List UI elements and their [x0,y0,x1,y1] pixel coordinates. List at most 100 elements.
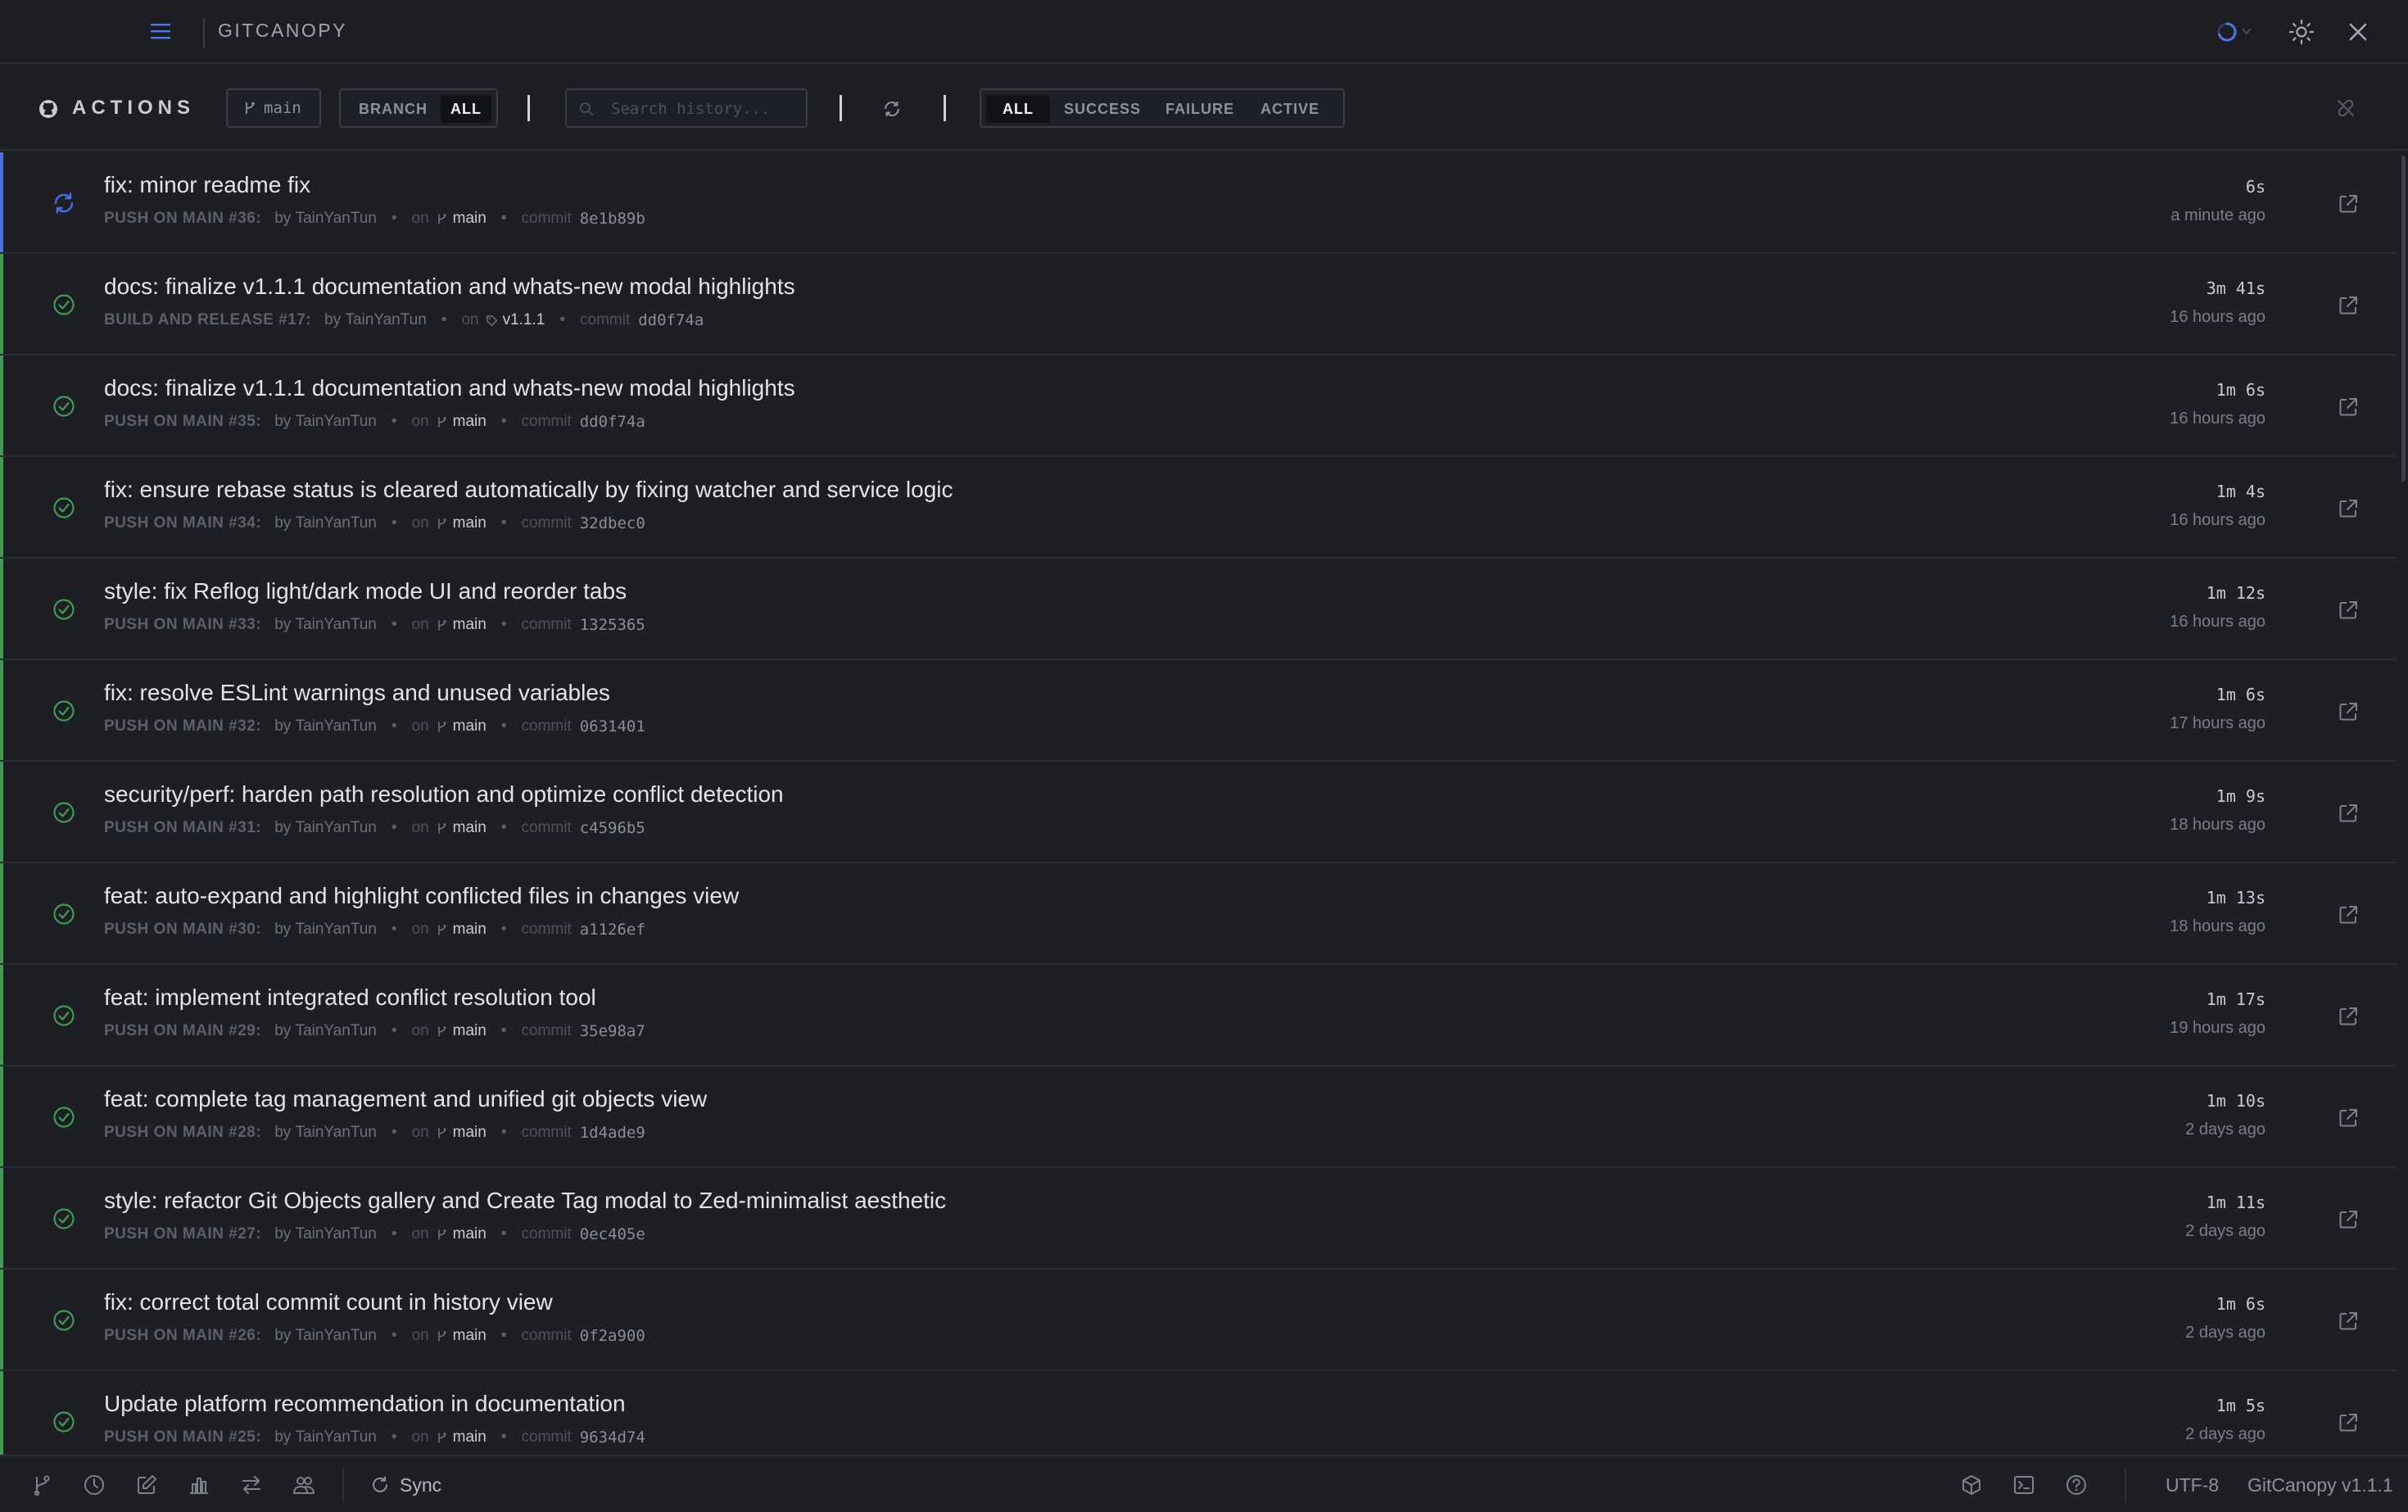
run-title[interactable]: style: refactor Git Objects gallery and … [104,1188,946,1214]
author-name: TainYanTun [295,514,377,532]
run-title[interactable]: feat: implement integrated conflict reso… [104,985,596,1011]
scope-branch-button[interactable]: BRANCH [347,95,439,123]
external-link-icon[interactable] [2336,395,2360,419]
branch-selector-button[interactable]: main [226,88,321,128]
external-link-icon[interactable] [2336,293,2360,318]
page-title: ACTIONS [72,97,195,119]
workflow-run-row[interactable]: fix: resolve ESLint warnings and unused … [0,660,2397,762]
search-input[interactable] [611,97,799,121]
chevron-down-icon[interactable] [2241,26,2252,36]
external-link-icon[interactable] [2336,1004,2360,1029]
sync-button[interactable]: Sync [370,1471,441,1499]
run-title[interactable]: fix: ensure rebase status is cleared aut… [104,477,953,503]
help-icon[interactable] [2064,1473,2089,1497]
author-name: TainYanTun [295,616,377,633]
chart-icon[interactable] [187,1473,211,1497]
package-icon[interactable] [1959,1473,1984,1497]
run-time-ago: 17 hours ago [2170,714,2265,732]
run-title[interactable]: docs: finalize v1.1.1 documentation and … [104,274,795,300]
run-time-ago: a minute ago [2170,206,2265,224]
external-link-icon[interactable] [2336,903,2360,927]
run-title[interactable]: Update platform recommendation in docume… [104,1391,626,1417]
status-accent-bar [0,152,3,252]
workflow-run-row[interactable]: style: fix Reflog light/dark mode UI and… [0,559,2397,660]
external-link-icon[interactable] [2336,1410,2360,1435]
edit-icon[interactable] [134,1473,159,1497]
external-link-icon[interactable] [2336,1309,2360,1333]
users-icon[interactable] [292,1473,316,1497]
external-link-icon[interactable] [2336,1106,2360,1130]
unlink-icon[interactable] [2334,97,2357,120]
author-name: TainYanTun [295,210,377,227]
theme-toggle-sun-icon[interactable] [2288,18,2315,46]
filter-all-button[interactable]: ALL [986,95,1050,123]
toolbar-divider [840,95,842,121]
run-title[interactable]: fix: resolve ESLint warnings and unused … [104,680,610,706]
run-title[interactable]: fix: minor readme fix [104,172,310,198]
run-meta: PUSH ON MAIN #36: by TainYanTun • on mai… [104,210,645,228]
refresh-icon[interactable] [881,98,903,120]
meta-separator: • [500,514,507,532]
filter-success-button[interactable]: SUCCESS [1058,95,1147,123]
run-title[interactable]: feat: auto-expand and highlight conflict… [104,883,739,909]
success-check-icon [53,1310,75,1331]
scope-all-button[interactable]: ALL [441,95,491,123]
encoding-indicator[interactable]: UTF-8 [2166,1474,2219,1496]
workflow-run-row[interactable]: style: refactor Git Objects gallery and … [0,1168,2397,1270]
scrollbar-thumb[interactable] [2401,156,2406,482]
commit-label: commit [521,514,572,532]
workflow-run-row[interactable]: feat: complete tag management and unifie… [0,1066,2397,1168]
run-title[interactable]: security/perf: harden path resolution an… [104,781,784,808]
run-title[interactable]: feat: complete tag management and unifie… [104,1086,707,1112]
external-link-icon[interactable] [2336,801,2360,826]
by-label: by [274,1428,292,1446]
run-title[interactable]: docs: finalize v1.1.1 documentation and … [104,375,795,401]
status-bar: Sync UTF-8 GitCanopy v1.1.1 [0,1455,2408,1512]
history-icon[interactable] [82,1473,106,1497]
external-link-icon[interactable] [2336,192,2360,216]
list-scrollbar[interactable] [2398,152,2408,1455]
sync-icon [373,1476,387,1492]
git-branch-icon [437,1432,446,1442]
run-time-ago: 16 hours ago [2170,308,2265,326]
swap-icon[interactable] [239,1473,264,1497]
filter-failure-button[interactable]: FAILURE [1160,95,1240,123]
meta-separator: • [500,1225,507,1243]
workflow-run-row[interactable]: Update platform recommendation in docume… [0,1371,2397,1455]
external-link-icon[interactable] [2336,699,2360,724]
author-name: TainYanTun [295,1124,377,1141]
workflow-run-row[interactable]: docs: finalize v1.1.1 documentation and … [0,355,2397,457]
external-link-icon[interactable] [2336,496,2360,521]
run-title[interactable]: fix: correct total commit count in histo… [104,1289,553,1315]
search-field[interactable] [565,88,808,128]
workflow-run-row[interactable]: feat: implement integrated conflict reso… [0,965,2397,1066]
run-title[interactable]: style: fix Reflog light/dark mode UI and… [104,578,627,604]
author-name: TainYanTun [295,1022,377,1039]
status-accent-bar [0,965,3,1065]
workflow-label: PUSH ON MAIN #25: [104,1428,262,1446]
terminal-icon[interactable] [2012,1473,2036,1497]
workflow-run-row[interactable]: feat: auto-expand and highlight conflict… [0,863,2397,965]
external-link-icon[interactable] [2336,598,2360,622]
hamburger-menu-icon[interactable] [149,21,172,41]
run-meta: PUSH ON MAIN #33: by TainYanTun • on mai… [104,616,645,634]
run-duration: 1m 12s [2206,583,2265,603]
workflow-run-row[interactable]: fix: correct total commit count in histo… [0,1270,2397,1371]
commit-sha: 32dbec0 [579,514,645,532]
workflow-run-row[interactable]: fix: minor readme fix PUSH ON MAIN #36: … [0,152,2397,254]
workflow-label: PUSH ON MAIN #31: [104,819,262,836]
workflow-run-row[interactable]: security/perf: harden path resolution an… [0,762,2397,863]
workflow-run-row[interactable]: docs: finalize v1.1.1 documentation and … [0,254,2397,355]
close-icon[interactable] [2347,21,2369,43]
workflow-run-row[interactable]: fix: ensure rebase status is cleared aut… [0,457,2397,559]
run-meta: PUSH ON MAIN #25: by TainYanTun • on mai… [104,1428,645,1446]
external-link-icon[interactable] [2336,1207,2360,1232]
run-time-ago: 2 days ago [2185,1222,2265,1240]
loading-spinner-icon[interactable] [2215,20,2239,44]
on-label: on [411,210,429,227]
filter-active-button[interactable]: ACTIVE [1252,95,1328,123]
git-branch-icon [437,1229,446,1239]
branch-icon[interactable] [29,1473,54,1497]
in-progress-icon [54,192,74,214]
git-branch-icon [437,721,446,731]
